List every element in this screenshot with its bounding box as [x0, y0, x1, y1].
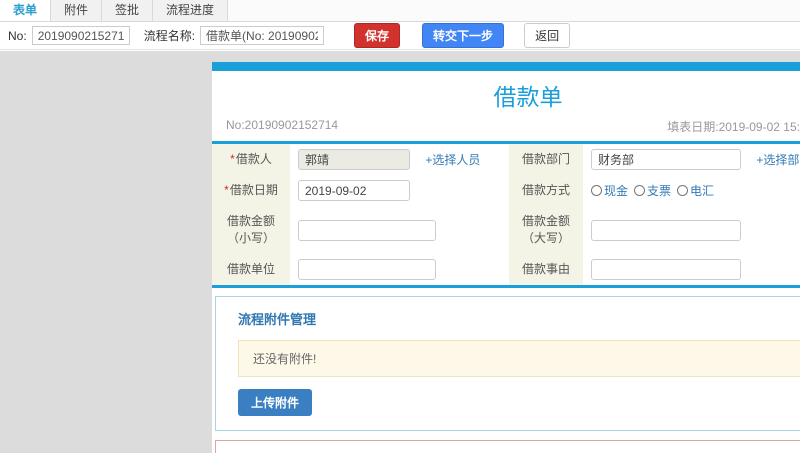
table-row: 借款金额（小写） 借款金额（大写）	[212, 206, 800, 254]
required-asterisk: *	[224, 183, 229, 197]
reason-label-cell: 借款事由	[509, 254, 584, 287]
department-label: 借款部门	[522, 152, 571, 166]
process-name-input[interactable]	[200, 26, 325, 45]
back-button[interactable]: 返回	[524, 23, 571, 48]
approval-panel: 流程签批意见 B I abc	[215, 440, 800, 453]
amount-lower-label-cell: 借款金额（小写）	[212, 206, 290, 254]
tab-bar: 表单 附件 签批 流程进度	[0, 0, 800, 22]
borrower-label-cell: *借款人	[212, 142, 290, 175]
panel-top-accent-bar	[212, 62, 800, 71]
department-field-cell: +选择部门	[583, 142, 800, 175]
unit-label-cell: 借款单位	[212, 254, 290, 287]
loan-date-label-cell: *借款日期	[212, 175, 290, 206]
method-label-cell: 借款方式	[509, 175, 584, 206]
select-department-link[interactable]: +选择部门	[756, 153, 800, 167]
amount-upper-label-cell: 借款金额（大写）	[509, 206, 584, 254]
content-area: 借款单 No:20190902152714 填表日期:2019-09-02 15…	[0, 51, 800, 453]
form-meta-row: No:20190902152714 填表日期:2019-09-02 15:27:…	[212, 115, 800, 141]
borrower-field-cell: +选择人员	[290, 142, 510, 175]
amount-lower-input[interactable]	[298, 219, 436, 241]
tab-attachments[interactable]: 附件	[51, 0, 103, 21]
department-label-cell: 借款部门	[509, 142, 584, 175]
loan-form-table: *借款人 +选择人员 借款部门 +选择部门 *借款日期	[212, 141, 800, 288]
cash-radio-label[interactable]: 现金	[604, 182, 628, 199]
unit-label: 借款单位	[226, 262, 275, 276]
unit-field-cell	[290, 254, 510, 287]
table-row: *借款人 +选择人员 借款部门 +选择部门	[212, 142, 800, 175]
attachments-title: 流程附件管理	[238, 312, 317, 327]
tab-progress[interactable]: 流程进度	[153, 0, 229, 21]
borrower-label: 借款人	[235, 152, 272, 166]
reason-label: 借款事由	[522, 262, 571, 276]
tab-form[interactable]: 表单	[0, 0, 52, 21]
unit-input[interactable]	[298, 259, 436, 280]
required-asterisk: *	[230, 152, 235, 166]
tab-approval[interactable]: 签批	[102, 0, 154, 21]
table-row: *借款日期 借款方式 现金 支票 电汇	[212, 175, 800, 206]
form-date-text: 填表日期:2019-09-02 15:27:14	[667, 120, 800, 134]
method-field-cell: 现金 支票 电汇	[583, 175, 800, 206]
reason-input[interactable]	[591, 259, 742, 280]
wire-radio[interactable]	[677, 185, 689, 196]
amount-lower-label: 借款金额（小写）	[226, 214, 275, 245]
table-row: 借款单位 借款事由	[212, 254, 800, 287]
amount-upper-label: 借款金额（大写）	[522, 214, 571, 245]
forward-next-step-button[interactable]: 转交下一步	[422, 23, 505, 48]
department-input[interactable]	[591, 149, 742, 170]
no-label: No:	[8, 28, 27, 43]
reason-field-cell	[583, 254, 800, 287]
cash-radio[interactable]	[591, 185, 603, 196]
process-name-label: 流程名称:	[143, 29, 196, 43]
loan-date-field-cell	[290, 175, 510, 206]
wire-radio-label[interactable]: 电汇	[690, 182, 714, 199]
borrower-input[interactable]	[298, 149, 410, 170]
no-input[interactable]	[31, 26, 130, 45]
loan-date-input[interactable]	[298, 180, 410, 201]
amount-upper-input[interactable]	[591, 219, 742, 241]
amount-upper-field-cell	[583, 206, 800, 254]
save-button[interactable]: 保存	[354, 23, 401, 48]
form-number-text: No:20190902152714	[226, 118, 339, 132]
cheque-radio[interactable]	[634, 185, 646, 196]
form-title: 借款单	[493, 84, 563, 110]
amount-lower-field-cell	[290, 206, 510, 254]
upload-attachment-button[interactable]: 上传附件	[238, 389, 313, 416]
attachments-panel: 流程附件管理 还没有附件! 上传附件	[215, 296, 800, 431]
cheque-radio-label[interactable]: 支票	[647, 182, 671, 199]
no-attachments-alert: 还没有附件!	[238, 340, 800, 377]
loan-date-label: 借款日期	[229, 183, 278, 197]
select-person-link[interactable]: +选择人员	[425, 153, 480, 167]
loan-form-panel: 借款单 No:20190902152714 填表日期:2019-09-02 15…	[212, 62, 800, 453]
toolbar: No: 流程名称: 保存 转交下一步 返回	[0, 22, 800, 50]
method-label: 借款方式	[522, 183, 571, 197]
